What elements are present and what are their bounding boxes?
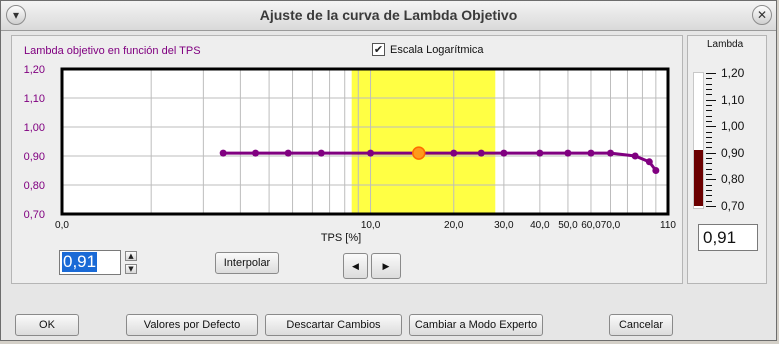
- title-bar: ▾ Ajuste de la curva de Lambda Objetivo …: [1, 1, 776, 31]
- ok-button[interactable]: OK: [15, 314, 79, 336]
- lambda-value-input[interactable]: 0,91: [59, 250, 121, 275]
- gauge-readout: 0,91: [698, 224, 758, 251]
- dialog-window: ▾ Ajuste de la curva de Lambda Objetivo …: [0, 0, 777, 341]
- cancel-button[interactable]: Cancelar: [609, 314, 673, 336]
- gauge-tick: [706, 131, 712, 133]
- gauge-tick: [706, 94, 712, 96]
- interpolar-button[interactable]: Interpolar: [215, 252, 279, 274]
- next-point-button[interactable]: ▶: [371, 253, 401, 279]
- chart-panel: [11, 35, 683, 284]
- lambda-value-text: 0,91: [62, 252, 98, 272]
- gauge-tick-label: 0,80: [721, 172, 745, 187]
- gauge-tick: [706, 174, 712, 176]
- gauge-tick: [706, 168, 712, 170]
- gauge-tick: [706, 136, 712, 138]
- gauge-tick: [706, 73, 716, 74]
- gauge-tick: [706, 163, 712, 165]
- gauge-title: Lambda: [707, 39, 744, 50]
- gauge-tick: [706, 195, 712, 197]
- window-title: Ajuste de la curva de Lambda Objetivo: [259, 7, 518, 23]
- gauge-tick: [706, 126, 716, 128]
- gauge-tick: [706, 152, 716, 154]
- checkmark-icon: ✔: [373, 43, 384, 56]
- expert-mode-button[interactable]: Cambiar a Modo Experto: [409, 314, 543, 336]
- arrow-right-icon: ▶: [382, 261, 390, 271]
- gauge-fill: [694, 150, 703, 206]
- discard-changes-button[interactable]: Descartar Cambios: [265, 314, 402, 336]
- gauge-tick-label: 1,00: [721, 119, 745, 134]
- gauge-tick: [706, 83, 712, 85]
- close-icon: ✕: [756, 8, 768, 22]
- gauge-tick: [706, 190, 712, 192]
- defaults-button[interactable]: Valores por Defecto: [126, 314, 258, 336]
- close-button[interactable]: ✕: [752, 5, 772, 25]
- gauge-tick: [706, 99, 716, 101]
- gauge-tick: [706, 179, 716, 181]
- arrow-down-icon: ▼: [128, 265, 134, 273]
- previous-point-button[interactable]: ◀: [343, 253, 368, 279]
- arrow-up-icon: ▲: [128, 252, 134, 260]
- gauge-tick: [706, 142, 712, 144]
- gauge-tick: [706, 206, 716, 207]
- log-scale-checkbox[interactable]: ✔: [372, 43, 385, 56]
- gauge-tick: [706, 104, 712, 106]
- gauge-tick-label: 1,10: [721, 92, 745, 107]
- gauge-tick: [706, 158, 712, 160]
- gauge-tick-label: 1,20: [721, 66, 745, 80]
- gauge-tick: [706, 110, 712, 112]
- gauge-tick: [706, 147, 712, 149]
- gauge-tick: [706, 120, 712, 122]
- gauge-tick: [706, 88, 712, 90]
- increment-button[interactable]: ▲: [125, 251, 137, 261]
- gauge-tick: [706, 78, 712, 80]
- arrow-left-icon: ◀: [352, 261, 359, 271]
- decrement-button[interactable]: ▼: [125, 264, 137, 274]
- gauge-tick-label: 0,70: [721, 199, 745, 213]
- gauge-tick-label: 0,90: [721, 145, 745, 160]
- gauge-tick: [706, 184, 712, 186]
- gauge-tick: [706, 115, 712, 117]
- gauge-tick: [706, 200, 712, 202]
- chart-title: Lambda objetivo en función del TPS: [24, 45, 201, 57]
- gauge-readout-text: 0,91: [703, 228, 737, 247]
- log-scale-label: Escala Logarítmica: [390, 44, 484, 56]
